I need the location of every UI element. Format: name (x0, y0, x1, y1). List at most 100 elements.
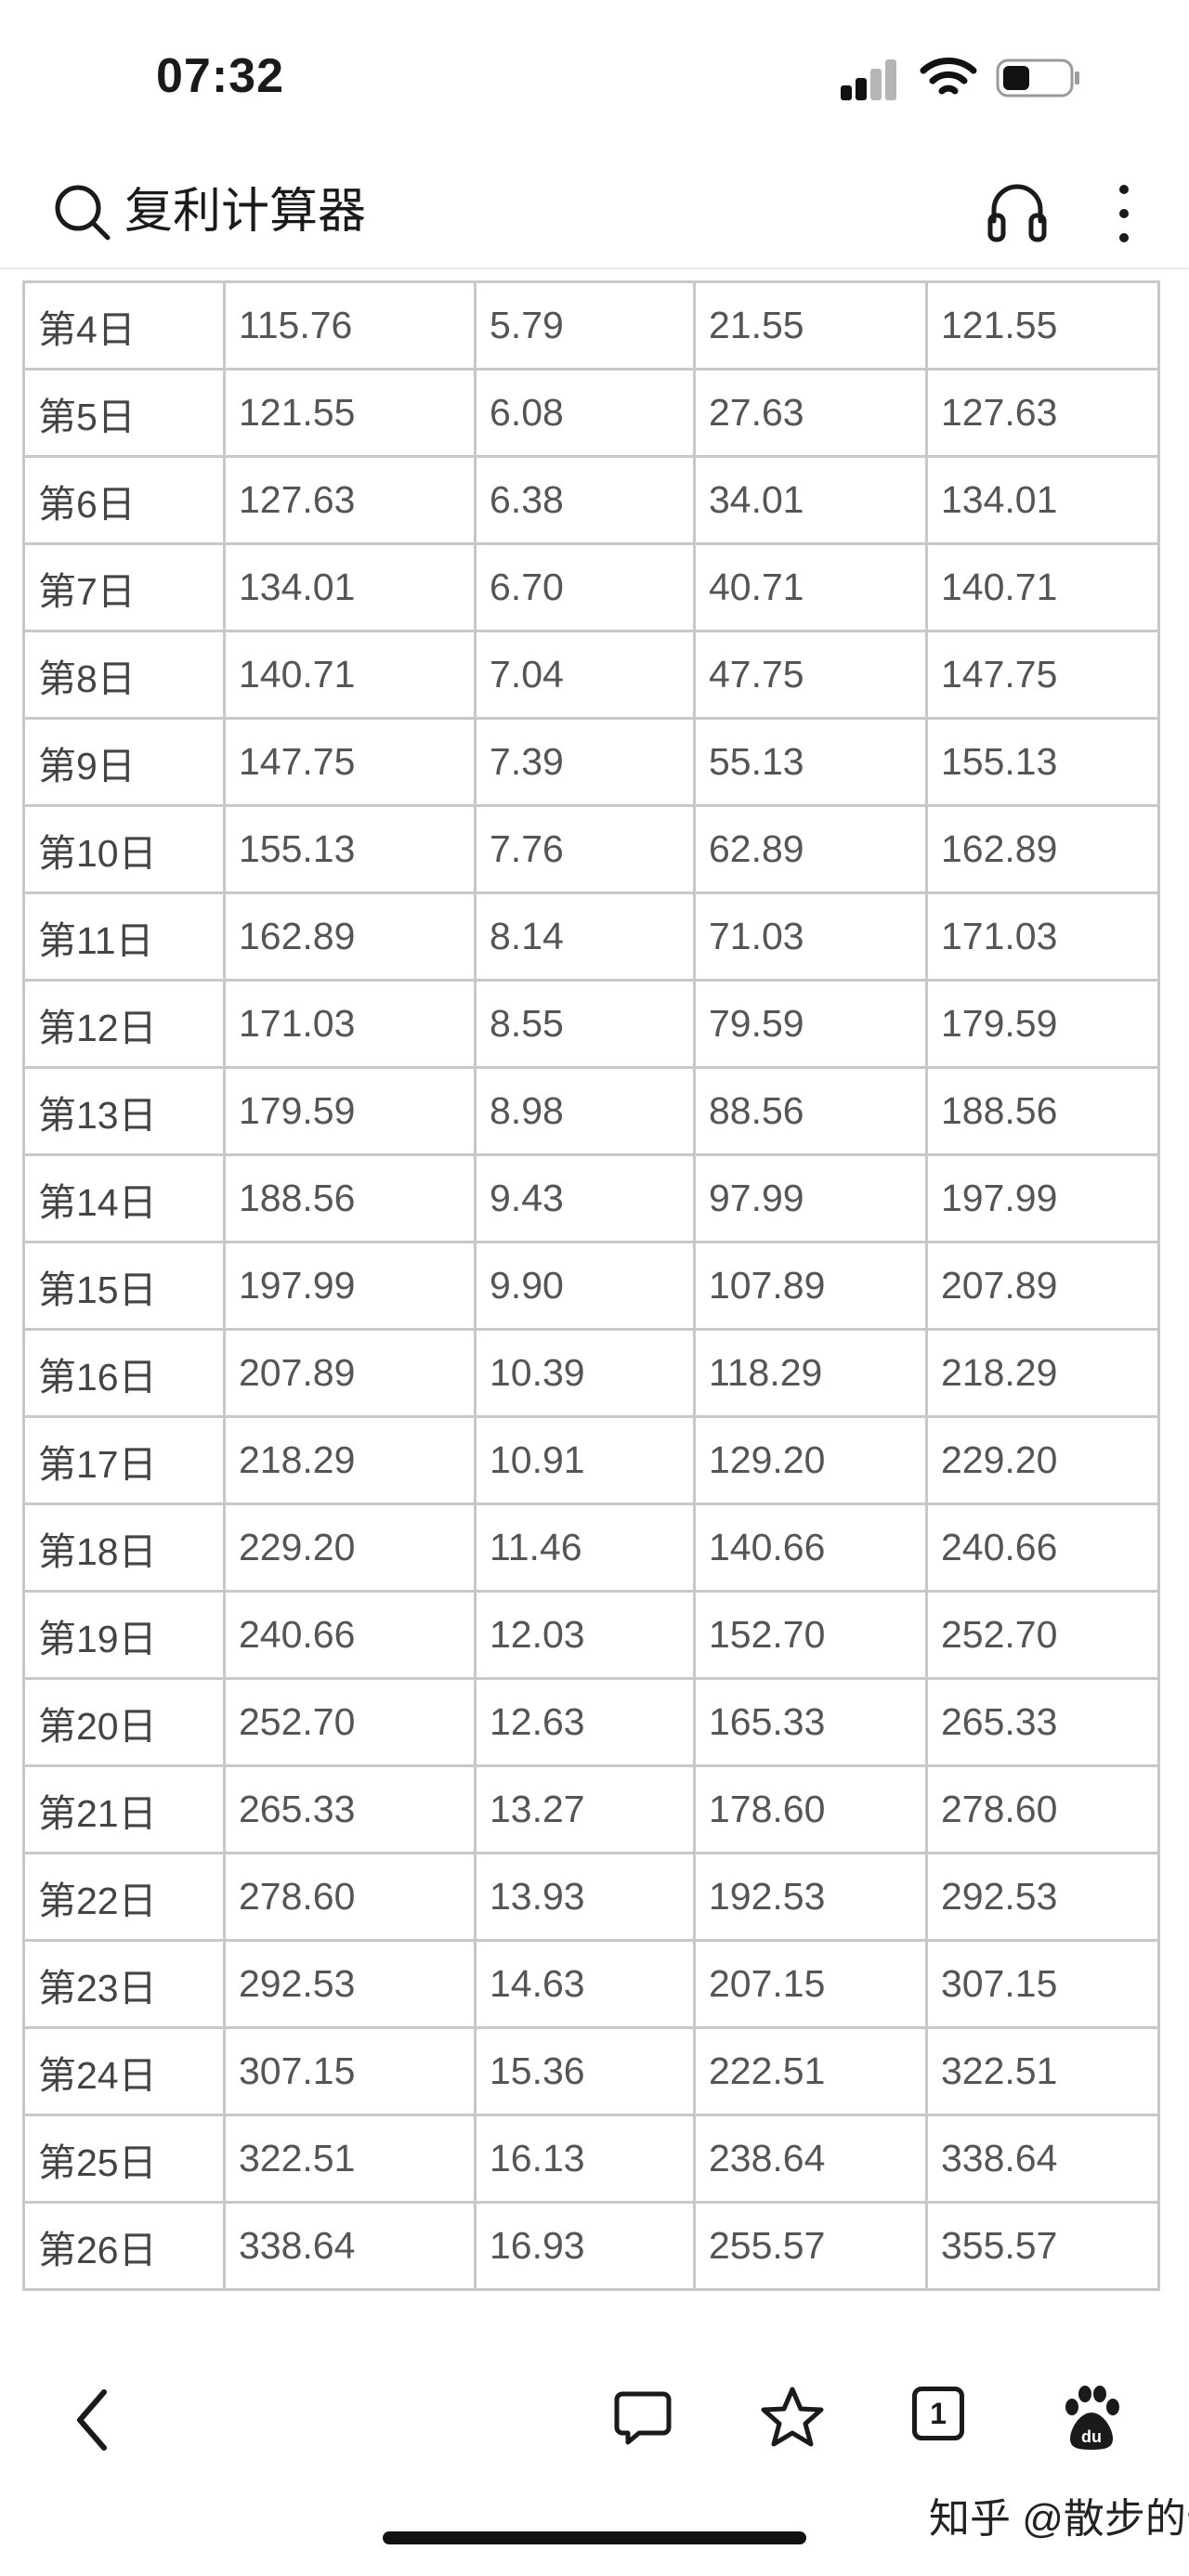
results-table: 第4日 115.76 5.79 21.55 121.55 第5日 121.55 6.08 27.… (22, 280, 1160, 2291)
value-cell: 21.55 (693, 280, 928, 371)
value-cell: 47.75 (693, 630, 928, 720)
table-row: 第9日 147.75 7.39 55.13 155.13 (22, 717, 1160, 807)
search-icon[interactable] (50, 180, 113, 243)
compound-interest-table: 第4日 115.76 5.79 21.55 121.55 第5日 121.55 6.08 27.… (22, 269, 1165, 2346)
value-cell: 121.55 (223, 368, 477, 458)
value-cell: 8.14 (474, 891, 696, 982)
value-cell: 9.43 (474, 1153, 696, 1243)
tab-count: 1 (930, 2397, 947, 2430)
home-indicator (383, 2531, 806, 2544)
headset-icon[interactable] (985, 176, 1050, 245)
day-cell: 第7日 (22, 542, 226, 632)
table-row: 第25日 322.51 16.13 238.64 338.64 (22, 2114, 1160, 2204)
value-cell: 7.39 (474, 717, 696, 807)
value-cell: 10.91 (474, 1415, 696, 1505)
value-cell: 240.66 (223, 1590, 477, 1680)
search-bar[interactable]: 复利计算器 (0, 158, 1189, 269)
value-cell: 152.70 (693, 1590, 928, 1680)
value-cell: 34.01 (693, 455, 928, 545)
baidu-paw-icon[interactable]: du (1059, 2383, 1124, 2453)
value-cell: 252.70 (925, 1590, 1160, 1680)
value-cell: 147.75 (925, 630, 1160, 720)
value-cell: 278.60 (925, 1764, 1160, 1854)
value-cell: 15.36 (474, 2026, 696, 2116)
value-cell: 140.71 (223, 630, 477, 720)
browser-page: 07:32 复利计算器 第4日 115.76 5.79 21.55 121.55… (0, 0, 1189, 2576)
value-cell: 322.51 (925, 2026, 1160, 2116)
table-row: 第17日 218.29 10.91 129.20 229.20 (22, 1415, 1160, 1505)
value-cell: 8.98 (474, 1066, 696, 1156)
value-cell: 147.75 (223, 717, 477, 807)
value-cell: 6.38 (474, 455, 696, 545)
value-cell: 129.20 (693, 1415, 928, 1505)
value-cell: 252.70 (223, 1677, 477, 1767)
day-cell: 第9日 (22, 717, 226, 807)
day-cell: 第21日 (22, 1764, 226, 1854)
day-cell: 第15日 (22, 1241, 226, 1331)
value-cell: 5.79 (474, 280, 696, 371)
value-cell: 292.53 (925, 1852, 1160, 1942)
table-row: 第16日 207.89 10.39 118.29 218.29 (22, 1328, 1160, 1418)
table-row: 第21日 265.33 13.27 178.60 278.60 (22, 1764, 1160, 1854)
value-cell: 207.15 (693, 1939, 928, 2029)
value-cell: 27.63 (693, 368, 928, 458)
value-cell: 171.03 (925, 891, 1160, 982)
cellular-signal-icon (841, 58, 898, 100)
value-cell: 71.03 (693, 891, 928, 982)
star-icon[interactable] (760, 2385, 825, 2450)
table-row: 第26日 338.64 16.93 255.57 355.57 (22, 2201, 1160, 2291)
table-row: 第24日 307.15 15.36 222.51 322.51 (22, 2026, 1160, 2116)
table-row: 第11日 162.89 8.14 71.03 171.03 (22, 891, 1160, 982)
value-cell: 55.13 (693, 717, 928, 807)
value-cell: 178.60 (693, 1764, 928, 1854)
day-cell: 第25日 (22, 2114, 226, 2204)
day-cell: 第24日 (22, 2026, 226, 2116)
table-row: 第14日 188.56 9.43 97.99 197.99 (22, 1153, 1160, 1243)
value-cell: 12.63 (474, 1677, 696, 1767)
value-cell: 9.90 (474, 1241, 696, 1331)
tabs-icon[interactable]: 1 (912, 2387, 972, 2448)
table-row: 第8日 140.71 7.04 47.75 147.75 (22, 630, 1160, 720)
value-cell: 40.71 (693, 542, 928, 632)
value-cell: 278.60 (223, 1852, 477, 1942)
day-cell: 第19日 (22, 1590, 226, 1680)
value-cell: 155.13 (223, 804, 477, 894)
day-cell: 第13日 (22, 1066, 226, 1156)
status-time: 07:32 (156, 49, 284, 103)
back-icon[interactable] (71, 2383, 117, 2457)
value-cell: 197.99 (223, 1241, 477, 1331)
day-cell: 第5日 (22, 368, 226, 458)
table-row: 第23日 292.53 14.63 207.15 307.15 (22, 1939, 1160, 2029)
day-cell: 第6日 (22, 455, 226, 545)
value-cell: 16.93 (474, 2201, 696, 2291)
value-cell: 238.64 (693, 2114, 928, 2204)
value-cell: 6.08 (474, 368, 696, 458)
value-cell: 207.89 (223, 1328, 477, 1418)
value-cell: 14.63 (474, 1939, 696, 2029)
value-cell: 97.99 (693, 1153, 928, 1243)
comment-icon[interactable] (613, 2388, 673, 2448)
more-vertical-icon[interactable] (1105, 176, 1143, 251)
day-cell: 第17日 (22, 1415, 226, 1505)
bottom-toolbar: 1 du 知乎 @散步的云 (0, 2346, 1189, 2576)
value-cell: 88.56 (693, 1066, 928, 1156)
table-row: 第5日 121.55 6.08 27.63 127.63 (22, 368, 1160, 458)
value-cell: 162.89 (925, 804, 1160, 894)
value-cell: 307.15 (925, 1939, 1160, 2029)
value-cell: 134.01 (223, 542, 477, 632)
value-cell: 255.57 (693, 2201, 928, 2291)
value-cell: 162.89 (223, 891, 477, 982)
value-cell: 192.53 (693, 1852, 928, 1942)
value-cell: 229.20 (223, 1503, 477, 1593)
value-cell: 12.03 (474, 1590, 696, 1680)
value-cell: 322.51 (223, 2114, 477, 2204)
value-cell: 338.64 (223, 2201, 477, 2291)
search-query[interactable]: 复利计算器 (124, 180, 366, 243)
value-cell: 13.93 (474, 1852, 696, 1942)
day-cell: 第23日 (22, 1939, 226, 2029)
value-cell: 338.64 (925, 2114, 1160, 2204)
day-cell: 第18日 (22, 1503, 226, 1593)
value-cell: 6.70 (474, 542, 696, 632)
day-cell: 第26日 (22, 2201, 226, 2291)
value-cell: 134.01 (925, 455, 1160, 545)
